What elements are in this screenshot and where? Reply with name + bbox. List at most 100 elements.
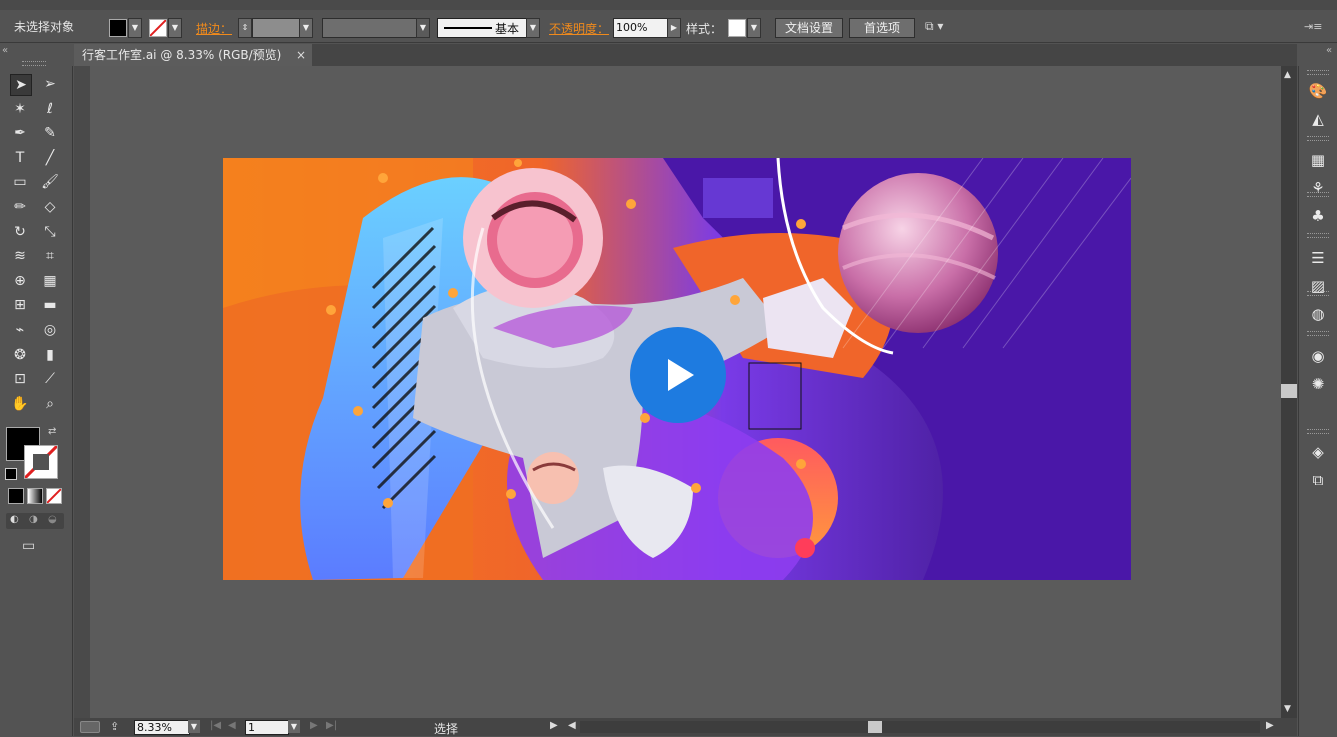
perspective-grid-tool-icon[interactable]: ▦	[40, 271, 60, 291]
horizontal-scroll-thumb[interactable]	[868, 721, 882, 733]
swap-colors-icon[interactable]: ⇄	[48, 426, 56, 437]
curvature-tool-icon[interactable]: ✎	[40, 123, 60, 143]
toolbar-collapse-icon[interactable]: «	[2, 45, 8, 56]
eraser-tool-icon[interactable]: ◇	[40, 197, 60, 217]
status-menu-arrow[interactable]: ▶	[550, 720, 558, 731]
fill-swatch[interactable]	[109, 19, 127, 37]
vertical-scrollbar[interactable]: ▲ ▼	[1281, 66, 1297, 718]
type-tool-icon[interactable]: T	[10, 148, 30, 168]
scale-tool-icon[interactable]: ⤡	[40, 222, 60, 242]
mesh-tool-icon[interactable]: ⊞	[10, 295, 30, 315]
arrange-documents-icon[interactable]: ⧉ ▾	[925, 19, 955, 35]
swatches-icon[interactable]: ▦	[1307, 149, 1329, 171]
preferences-button[interactable]: 首选项	[849, 18, 915, 38]
last-artboard-icon[interactable]: ▶|	[326, 720, 337, 731]
blend-tool-icon[interactable]: ◎	[40, 320, 60, 340]
artboard[interactable]	[223, 158, 1131, 580]
toolbar-grip[interactable]	[22, 61, 46, 66]
stroke-color-box[interactable]	[24, 445, 58, 479]
brushes-icon[interactable]: ⚘	[1307, 177, 1329, 199]
artboard-tool-icon[interactable]: ⊡	[10, 369, 30, 389]
pen-tool-icon[interactable]: ✒	[10, 123, 30, 143]
line-segment-tool-icon[interactable]: ╱	[40, 148, 60, 168]
default-colors-icon[interactable]	[5, 468, 17, 480]
document-setup-button[interactable]: 文档设置	[775, 18, 843, 38]
stroke-weight-dropdown[interactable]: ▼	[299, 18, 313, 38]
appearance-panel-icon[interactable]: ◉	[1307, 345, 1329, 367]
draw-mode-group[interactable]: ◐ ◑ ◒	[6, 513, 64, 529]
variable-width-profile[interactable]	[322, 18, 418, 38]
eyedropper-tool-icon[interactable]: ⌁	[10, 320, 30, 340]
shape-builder-tool-icon[interactable]: ⊕	[10, 271, 30, 291]
panel-menu-icon[interactable]: ⇥≡	[1304, 20, 1322, 33]
draw-behind-icon[interactable]: ◑	[29, 514, 38, 525]
artboards-icon[interactable]: ⧉	[1307, 469, 1329, 491]
graphic-style-swatch[interactable]	[728, 19, 746, 37]
opacity-field[interactable]: 100%	[613, 18, 669, 38]
first-artboard-icon[interactable]: |◀	[210, 720, 221, 731]
scroll-down-arrow[interactable]: ▼	[1284, 704, 1291, 714]
transparency-panel-icon[interactable]: ◍	[1307, 303, 1329, 325]
brush-definition[interactable]: 基本	[437, 18, 527, 38]
opacity-arrow[interactable]: ▶	[667, 18, 681, 38]
panel-group-grip[interactable]	[1307, 136, 1329, 141]
panel-collapse-icon[interactable]: «	[1326, 45, 1332, 56]
hand-tool-icon[interactable]: ✋	[10, 394, 30, 414]
artboard-number-field[interactable]: 1	[245, 720, 289, 735]
fill-dropdown[interactable]: ▼	[128, 18, 142, 38]
share-icon[interactable]: ⇪	[110, 720, 119, 733]
document-tab[interactable]: 行客工作室.ai @ 8.33% (RGB/预览) ×	[74, 44, 312, 66]
gradient-tool-icon[interactable]: ▬	[40, 295, 60, 315]
selection-tool-icon[interactable]: ➤	[10, 74, 32, 96]
scroll-right-arrow[interactable]: ▶	[1266, 720, 1274, 731]
direct-selection-tool-icon[interactable]: ➢	[40, 74, 60, 94]
cloud-status-icon[interactable]	[80, 721, 100, 733]
vertical-scroll-thumb[interactable]	[1281, 384, 1297, 398]
close-tab-icon[interactable]: ×	[296, 44, 306, 66]
lasso-tool-icon[interactable]: ℓ	[40, 99, 60, 119]
layers-icon[interactable]: ◈	[1307, 441, 1329, 463]
previous-artboard-icon[interactable]: ◀	[228, 720, 236, 731]
symbols-icon[interactable]: ♣	[1307, 205, 1329, 227]
horizontal-scrollbar[interactable]	[580, 721, 1260, 733]
none-mode-icon[interactable]	[46, 488, 62, 504]
stroke-label[interactable]: 描边：	[196, 20, 232, 37]
stroke-swatch[interactable]	[149, 19, 167, 37]
opacity-label[interactable]: 不透明度：	[549, 20, 609, 37]
gradient-panel-icon[interactable]: ▨	[1307, 275, 1329, 297]
width-tool-icon[interactable]: ≋	[10, 246, 30, 266]
color-panel-icon[interactable]: 🎨	[1307, 80, 1329, 102]
rotate-tool-icon[interactable]: ↻	[10, 222, 30, 242]
magic-wand-tool-icon[interactable]: ✶	[10, 99, 30, 119]
free-transform-tool-icon[interactable]: ⌗	[40, 246, 60, 266]
color-mode-icon[interactable]	[8, 488, 24, 504]
zoom-tool-icon[interactable]: ⌕	[40, 394, 60, 414]
variable-width-dropdown[interactable]: ▼	[416, 18, 430, 38]
scroll-left-arrow[interactable]: ◀	[568, 720, 576, 731]
draw-inside-icon[interactable]: ◒	[48, 514, 57, 525]
canvas-area[interactable]	[90, 66, 1281, 718]
panel-group-grip[interactable]	[1307, 331, 1329, 336]
gradient-mode-icon[interactable]	[27, 488, 43, 504]
panel-group-grip[interactable]	[1307, 429, 1329, 434]
paintbrush-tool-icon[interactable]: 🖌	[40, 172, 60, 192]
stroke-weight-stepper[interactable]: ⇕	[238, 18, 252, 38]
pencil-tool-icon[interactable]: ✏	[10, 197, 30, 217]
zoom-field[interactable]: 8.33%	[134, 720, 190, 735]
stroke-weight-field[interactable]	[252, 18, 300, 38]
zoom-dropdown[interactable]: ▼	[188, 720, 200, 733]
scroll-up-arrow[interactable]: ▲	[1284, 70, 1291, 80]
panel-group-grip[interactable]	[1307, 233, 1329, 238]
next-artboard-icon[interactable]: ▶	[310, 720, 318, 731]
column-graph-tool-icon[interactable]: ▮	[40, 345, 60, 365]
brush-dropdown[interactable]: ▼	[526, 18, 540, 38]
color-guide-icon[interactable]: ◭	[1307, 108, 1329, 130]
graphic-styles-icon[interactable]: ✺	[1307, 373, 1329, 395]
panel-group-grip[interactable]	[1307, 70, 1329, 75]
symbol-sprayer-tool-icon[interactable]: ❂	[10, 345, 30, 365]
artboard-dropdown[interactable]: ▼	[288, 720, 300, 733]
rectangle-tool-icon[interactable]: ▭	[10, 172, 30, 192]
stroke-dropdown[interactable]: ▼	[168, 18, 182, 38]
screen-mode-icon[interactable]: ▭	[22, 538, 44, 554]
draw-normal-icon[interactable]: ◐	[10, 514, 19, 525]
